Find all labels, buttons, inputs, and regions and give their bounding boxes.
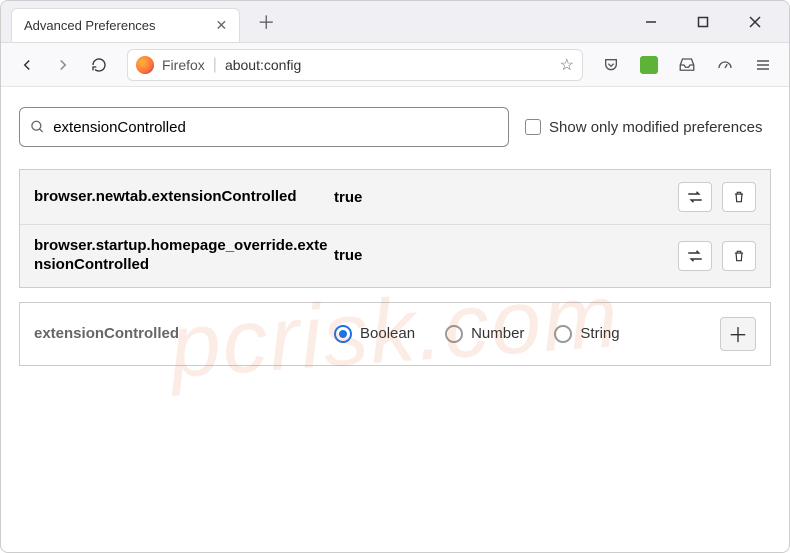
type-label: Boolean: [360, 325, 415, 342]
close-tab-icon[interactable]: ✕: [216, 17, 228, 34]
urlbar-label: Firefox: [162, 57, 205, 73]
toggle-button[interactable]: [678, 241, 712, 271]
toggle-button[interactable]: [678, 182, 712, 212]
window-controls: [629, 6, 777, 38]
tab-title: Advanced Preferences: [24, 18, 156, 33]
pref-value: true: [334, 189, 678, 206]
show-modified-checkbox[interactable]: Show only modified preferences: [525, 119, 762, 136]
toolbar: Firefox | about:config ☆: [1, 43, 789, 87]
browser-tab[interactable]: Advanced Preferences ✕: [11, 8, 240, 42]
search-icon: [30, 119, 45, 135]
inbox-icon[interactable]: [671, 49, 703, 81]
delete-button[interactable]: [722, 241, 756, 271]
type-label: String: [580, 325, 619, 342]
radio-icon: [445, 325, 463, 343]
new-pref-name: extensionControlled: [34, 325, 334, 342]
type-label: Number: [471, 325, 524, 342]
titlebar: Advanced Preferences ✕ ＋: [1, 1, 789, 43]
minimize-button[interactable]: [629, 6, 673, 38]
firefox-icon: [136, 56, 154, 74]
search-input[interactable]: [53, 119, 498, 136]
back-button[interactable]: [11, 49, 43, 81]
checkbox-icon[interactable]: [525, 119, 541, 135]
extension-icon[interactable]: [633, 49, 665, 81]
content: Show only modified preferences browser.n…: [1, 87, 789, 386]
forward-button[interactable]: [47, 49, 79, 81]
pref-row[interactable]: browser.startup.homepage_override.extens…: [20, 225, 770, 287]
close-window-button[interactable]: [733, 6, 777, 38]
pref-name: browser.startup.homepage_override.extens…: [34, 237, 334, 275]
preferences-list: browser.newtab.extensionControlled true …: [19, 169, 771, 288]
type-boolean-option[interactable]: Boolean: [334, 325, 415, 343]
pref-name: browser.newtab.extensionControlled: [34, 188, 334, 207]
pref-value: true: [334, 247, 678, 264]
new-tab-button[interactable]: ＋: [252, 8, 280, 36]
type-number-option[interactable]: Number: [445, 325, 524, 343]
gauge-icon[interactable]: [709, 49, 741, 81]
new-pref-row: extensionControlled Boolean Number Strin…: [19, 302, 771, 366]
delete-button[interactable]: [722, 182, 756, 212]
maximize-button[interactable]: [681, 6, 725, 38]
menu-button[interactable]: [747, 49, 779, 81]
urlbar-separator: |: [213, 56, 217, 74]
bookmark-star-icon[interactable]: ☆: [560, 55, 574, 75]
search-box[interactable]: [19, 107, 509, 147]
reload-button[interactable]: [83, 49, 115, 81]
radio-icon: [554, 325, 572, 343]
urlbar-path: about:config: [225, 57, 552, 73]
type-string-option[interactable]: String: [554, 325, 619, 343]
show-modified-label: Show only modified preferences: [549, 119, 762, 136]
add-pref-button[interactable]: ＋: [720, 317, 756, 351]
pocket-icon[interactable]: [595, 49, 627, 81]
url-bar[interactable]: Firefox | about:config ☆: [127, 49, 583, 81]
pref-row[interactable]: browser.newtab.extensionControlled true: [20, 170, 770, 225]
radio-selected-icon: [334, 325, 352, 343]
